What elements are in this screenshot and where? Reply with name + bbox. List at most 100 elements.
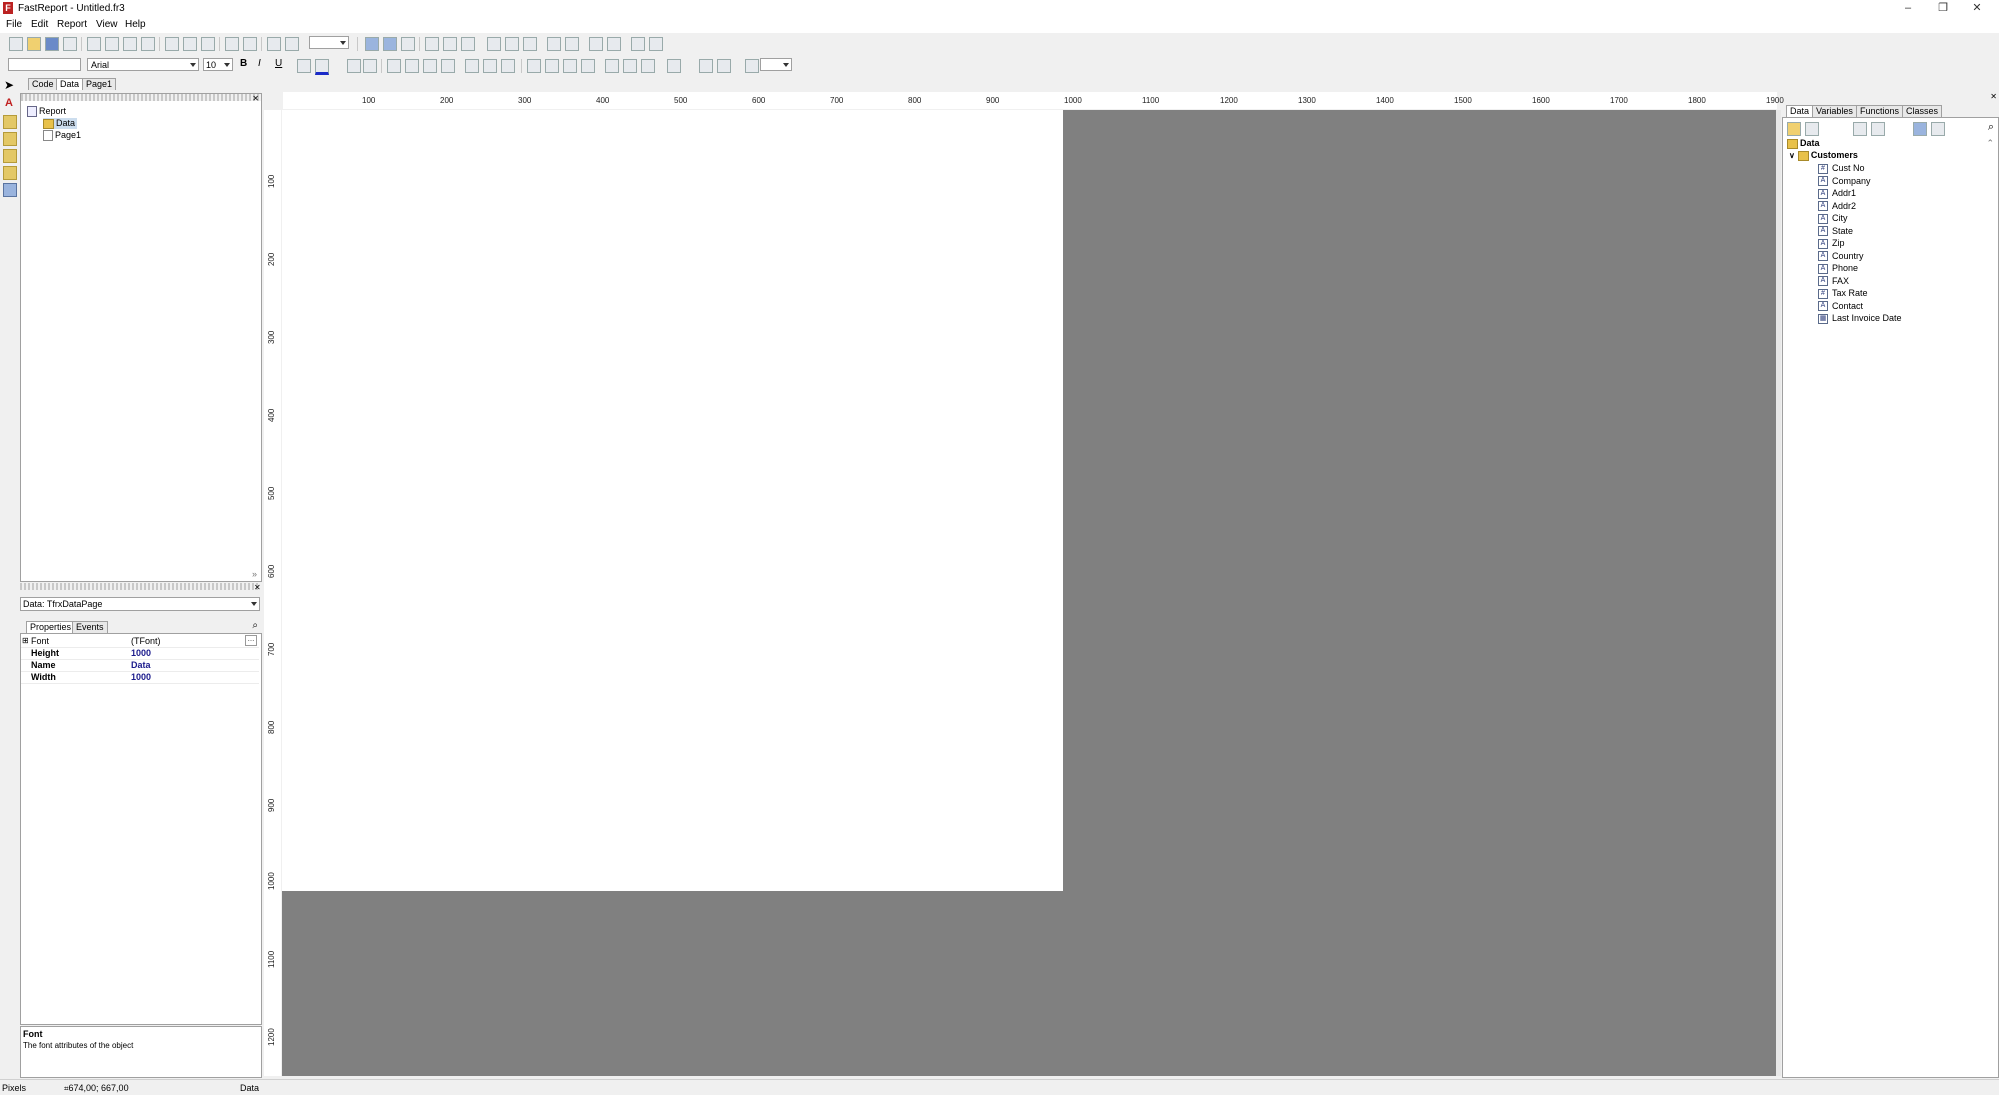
frame-left-icon[interactable] [563,59,577,73]
edit-datasets-icon[interactable] [1787,122,1801,136]
splitter[interactable] [1776,110,1781,1076]
field-item[interactable]: A FAX [1818,276,1849,287]
frame-none-icon[interactable] [623,59,637,73]
expand-plus-icon[interactable]: ⊞ [22,636,29,645]
italic-button[interactable]: I [258,58,261,69]
tab-variables[interactable]: Variables [1812,105,1857,117]
field-item[interactable]: A Phone [1818,263,1858,274]
field-item[interactable]: A State [1818,226,1853,237]
redo-icon[interactable] [243,37,257,51]
font-settings-icon[interactable] [297,59,311,73]
field-item[interactable]: A Addr2 [1818,201,1856,212]
close-icon[interactable]: ✕ [252,94,259,103]
search-icon[interactable]: ⌕ [252,620,258,631]
frame-style-icon[interactable] [717,59,731,73]
tab-events[interactable]: Events [72,621,108,633]
field-item[interactable]: # Cust No [1818,163,1865,174]
open-icon[interactable] [27,37,41,51]
panel-grip[interactable] [21,94,261,101]
text-top-icon[interactable] [465,59,479,73]
text-bottom-icon[interactable] [501,59,515,73]
frame-color-icon[interactable] [699,59,713,73]
ungroup-icon[interactable] [285,37,299,51]
sort-icon[interactable] [1805,122,1819,136]
text-align-center-icon[interactable] [405,59,419,73]
tree-node-page1[interactable]: Page1 [43,130,81,142]
font-size-combo[interactable]: 10 [203,58,233,71]
menu-file[interactable]: File [6,19,22,30]
group-icon[interactable] [267,37,281,51]
frame-right-icon[interactable] [581,59,595,73]
tab-functions[interactable]: Functions [1856,105,1904,117]
field-item[interactable]: A Zip [1818,238,1845,249]
insert-field-icon[interactable] [1913,122,1927,136]
paste-icon[interactable] [201,37,215,51]
menu-report[interactable]: Report [57,19,87,30]
property-value[interactable]: 1000 [131,648,151,658]
object-selector-combo[interactable]: Data: TfrxDataPage [20,597,260,611]
shadow-icon[interactable] [641,59,655,73]
search-icon[interactable]: ⌕ [1988,121,1994,134]
align-horizontal-centers-icon[interactable] [443,37,457,51]
sort-ascending-icon[interactable] [1853,122,1867,136]
text-align-left-icon[interactable] [387,59,401,73]
property-value[interactable]: Data [131,660,151,670]
property-value[interactable]: 1000 [131,672,151,682]
save-icon[interactable] [45,37,59,51]
same-width-icon[interactable] [631,37,645,51]
text-tool-icon[interactable]: A [5,97,13,109]
field-item[interactable]: # Tax Rate [1818,288,1868,299]
rotation-icon[interactable] [363,59,377,73]
align-tops-icon[interactable] [487,37,501,51]
subreport-tool-icon[interactable] [3,149,17,163]
design-workspace[interactable] [282,110,1776,1076]
frame-all-icon[interactable] [605,59,619,73]
field-item[interactable]: A Company [1818,176,1871,187]
close-button[interactable]: ✕ [1955,0,1999,17]
tree-node-report[interactable]: Report [27,106,66,118]
tree-node-data[interactable]: Data [43,118,78,129]
report-page[interactable] [282,110,1063,891]
dataset-node-customers[interactable]: ∨ Customers [1789,150,1858,161]
select-tool-icon[interactable]: ➤ [4,78,14,92]
align-right-edges-icon[interactable] [461,37,475,51]
tab-data-tree[interactable]: Data [1786,105,1814,117]
sort-descending-icon[interactable] [1871,122,1885,136]
property-row-width[interactable]: Width 1000 [21,671,259,684]
show-grid-icon[interactable] [365,37,379,51]
fit-grid-icon[interactable] [401,37,415,51]
new-page-icon[interactable] [87,37,101,51]
tab-properties[interactable]: Properties [26,621,76,633]
text-middle-icon[interactable] [483,59,497,73]
shape-tool-icon[interactable] [3,183,17,197]
ellipsis-button[interactable]: … [245,635,257,646]
frame-bottom-icon[interactable] [545,59,559,73]
expand-icon[interactable]: » [252,569,257,579]
insert-caption-icon[interactable] [1931,122,1945,136]
copy-icon[interactable] [183,37,197,51]
underline-button[interactable]: U [275,58,282,69]
close-icon[interactable]: ✕ [1990,92,1997,101]
property-value[interactable]: (TFont) [131,636,161,646]
align-vertical-centers-icon[interactable] [505,37,519,51]
picture-tool-icon[interactable] [3,132,17,146]
field-item[interactable]: ▦ Last Invoice Date [1818,313,1902,324]
data-root-node[interactable]: Data [1787,138,1820,149]
font-color-icon[interactable] [315,59,329,75]
center-vertically-icon[interactable] [607,37,621,51]
tab-data[interactable]: Data [56,78,84,90]
align-grid-icon[interactable] [383,37,397,51]
field-item[interactable]: A Addr1 [1818,188,1856,199]
undo-icon[interactable] [225,37,239,51]
tab-page1[interactable]: Page1 [82,78,117,90]
align-left-edges-icon[interactable] [425,37,439,51]
style-combo[interactable] [8,58,81,71]
field-item[interactable]: A Country [1818,251,1864,262]
space-horizontally-icon[interactable] [547,37,561,51]
field-item[interactable]: A Contact [1818,301,1863,312]
text-align-right-icon[interactable] [423,59,437,73]
font-name-combo[interactable]: Arial [87,58,199,71]
space-vertically-icon[interactable] [565,37,579,51]
center-horizontally-icon[interactable] [589,37,603,51]
collapse-icon[interactable]: ⌃ [1986,138,1994,149]
